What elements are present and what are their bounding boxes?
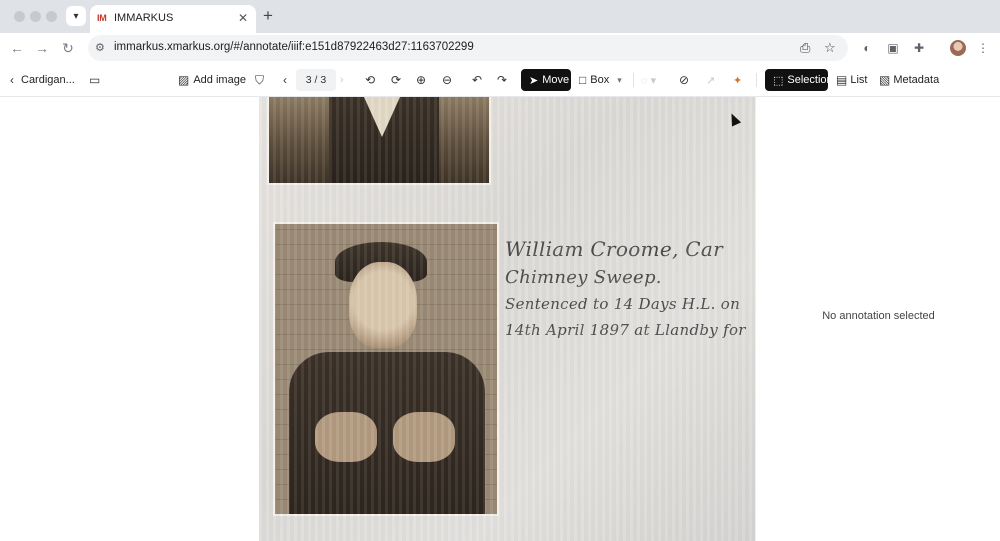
bookmark-icon[interactable]: ⛉ [255, 71, 264, 89]
url-text[interactable]: immarkus.xmarkus.org/#/annotate/iiif:e15… [114, 41, 474, 53]
extension-icon[interactable]: ▣ [886, 41, 900, 55]
toolbar-divider [756, 73, 757, 87]
add-image-label: Add image [193, 74, 246, 86]
install-page-icon[interactable]: ⎙ [800, 40, 810, 56]
move-tool-button[interactable]: ➤ Move [521, 69, 571, 91]
menu-kebab-icon[interactable]: ⋮ [976, 41, 990, 55]
zoom-in-icon[interactable]: ⊕ [416, 71, 426, 89]
magic-wand-icon[interactable]: ✦ [733, 71, 742, 89]
list-icon: ▤ [836, 73, 848, 87]
profile-avatar[interactable] [950, 40, 966, 56]
box-tool-button[interactable]: □ Box ▾ [579, 71, 622, 89]
handwritten-line: Sentenced to 14 Days H.L. on [505, 295, 741, 313]
new-tab-button[interactable]: + [263, 6, 273, 26]
extensions-puzzle-icon[interactable]: ✚ [912, 41, 926, 55]
top-portrait-photo [269, 97, 489, 183]
folder-icon[interactable]: ▭ [89, 71, 100, 89]
rotate-right-icon[interactable]: ⟳ [391, 71, 401, 89]
next-image-icon[interactable]: › [340, 71, 344, 89]
handwritten-line: William Croome, Car [505, 237, 723, 261]
tab-search-button[interactable]: ▾ [66, 6, 86, 26]
back-arrow-icon[interactable]: ← [7, 38, 27, 58]
list-label: List [850, 74, 868, 86]
tab-close-icon[interactable]: ✕ [238, 11, 248, 25]
active-tab[interactable]: IM IMMARKUS ✕ [90, 5, 256, 33]
site-settings-icon[interactable]: ⚙ [95, 41, 109, 55]
toolbar-divider [633, 73, 634, 87]
zoom-out-icon[interactable]: ⊖ [442, 71, 452, 89]
reload-icon[interactable]: ↻ [58, 38, 78, 58]
relation-icon[interactable]: ↗ [706, 71, 715, 89]
list-tab-button[interactable]: ▤ List [836, 71, 867, 89]
metadata-label: Metadata [893, 74, 940, 86]
rotate-left-icon[interactable]: ⟲ [365, 71, 375, 89]
square-icon: □ [579, 73, 587, 87]
hide-annotations-icon[interactable]: ⊘ [679, 71, 689, 89]
bookmark-star-icon[interactable]: ☆ [824, 40, 836, 56]
image-icon: ▧ [879, 73, 891, 87]
zoom-window-icon[interactable] [46, 11, 57, 22]
chevron-down-icon[interactable]: ▾ [617, 75, 622, 86]
undo-icon[interactable]: ↶ [472, 71, 482, 89]
chevron-left-icon: ‹ [10, 73, 14, 87]
selection-label: Selection [787, 74, 833, 86]
main-portrait-photo [275, 224, 497, 514]
previous-image-icon[interactable]: ‹ [283, 71, 287, 89]
close-window-icon[interactable] [14, 11, 25, 22]
left-panel [0, 97, 259, 541]
browser-window: ▾ IM IMMARKUS ✕ + ← → ↻ ⚙ immarkus.xmark… [0, 0, 1000, 541]
move-label: Move [542, 74, 570, 86]
page-indicator: 3 / 3 [296, 69, 336, 91]
favicon-icon: IM [97, 13, 107, 23]
empty-state-message: No annotation selected [822, 310, 935, 322]
navigation-bar: ← → ↻ ⚙ immarkus.xmarkus.org/#/annotate/… [0, 33, 1000, 63]
redo-icon[interactable]: ↷ [497, 71, 507, 89]
selection-icon: ⬚ [773, 74, 784, 87]
forward-arrow-icon[interactable]: → [32, 38, 52, 58]
add-image-button[interactable]: ▨ Add image [178, 71, 246, 89]
image-viewer-canvas[interactable]: William Croome, Car Chimney Sweep. Sente… [259, 97, 755, 541]
annotation-panel: No annotation selected [755, 97, 1000, 541]
tab-title: IMMARKUS [114, 12, 174, 24]
box-label: Box [590, 74, 610, 86]
smart-select-icon[interactable]: ◌ ▾ [641, 71, 656, 89]
extension-icon[interactable]: ◐ [860, 41, 874, 55]
image-plus-icon: ▨ [178, 73, 190, 87]
address-bar[interactable]: ⚙ immarkus.xmarkus.org/#/annotate/iiif:e… [88, 35, 848, 61]
cursor-arrow-icon: ➤ [529, 74, 539, 87]
selection-tab-button[interactable]: ⬚ Selection [765, 69, 833, 91]
handwritten-line: Chimney Sweep. [505, 267, 662, 288]
back-to-folder-button[interactable]: ‹ Cardigan... [10, 71, 75, 89]
folder-name: Cardigan... [21, 74, 75, 86]
annotation-toolbar: ‹ Cardigan... ▭ ▨ Add image ⛉ ‹ 3 / 3 › … [0, 63, 1000, 97]
handwritten-line: 14th April 1897 at Llandby for [505, 321, 746, 339]
minimize-window-icon[interactable] [30, 11, 41, 22]
tab-strip: ▾ IM IMMARKUS ✕ + [0, 0, 1000, 33]
chevron-down-icon: ▾ [73, 10, 79, 22]
metadata-tab-button[interactable]: ▧ Metadata [879, 71, 939, 89]
